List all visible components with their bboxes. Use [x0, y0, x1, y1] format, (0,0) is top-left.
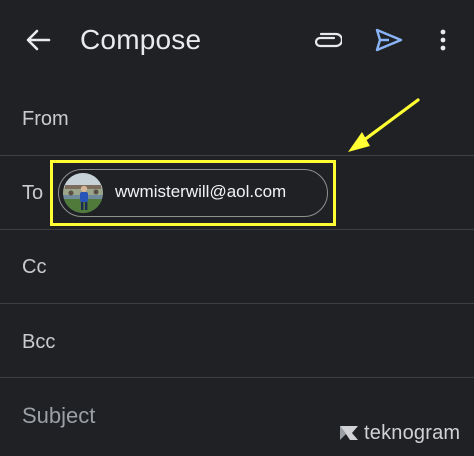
to-label: To — [22, 182, 44, 204]
cc-label: Cc — [22, 256, 47, 278]
watermark: teknogram — [338, 418, 460, 448]
subject-placeholder: Subject — [22, 403, 96, 428]
paperclip-icon[interactable] — [306, 22, 348, 58]
page-title: Compose — [80, 24, 202, 55]
back-arrow-icon[interactable] — [18, 22, 58, 58]
annotation-arrow-icon — [348, 98, 420, 152]
from-label: From — [22, 108, 69, 130]
send-icon[interactable] — [368, 22, 410, 58]
bcc-field[interactable]: Bcc — [0, 304, 474, 378]
more-vert-icon[interactable] — [428, 22, 458, 58]
watermark-text: teknogram — [364, 421, 461, 444]
cc-field[interactable]: Cc — [0, 230, 474, 304]
highlight-box — [50, 160, 336, 226]
teknogram-logo-icon — [340, 426, 358, 440]
app-bar: Compose — [0, 0, 474, 82]
bcc-label: Bcc — [22, 331, 56, 353]
